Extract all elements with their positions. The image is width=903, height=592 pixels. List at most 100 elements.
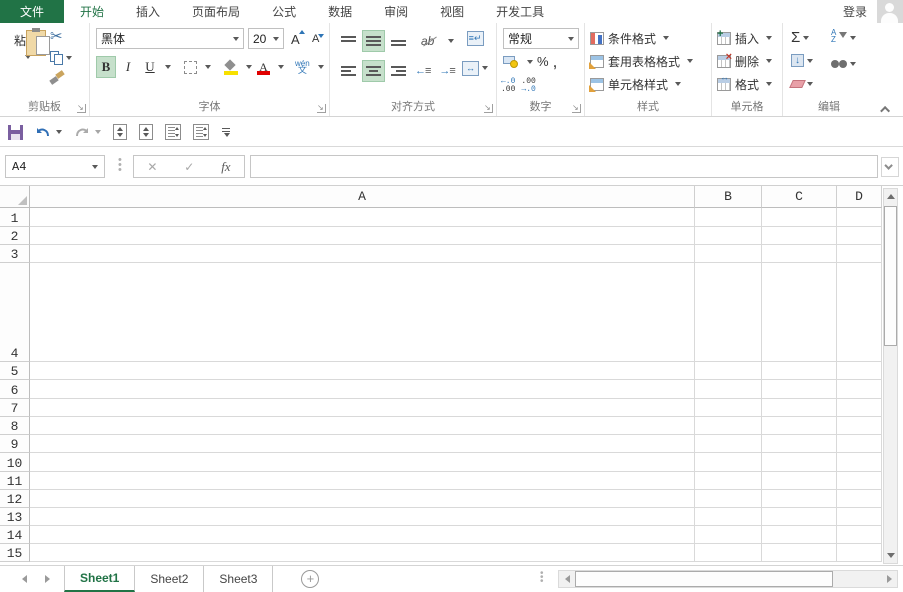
cell-A15[interactable] <box>30 544 695 562</box>
tab-insert[interactable]: 插入 <box>120 0 176 23</box>
hscroll-splitter[interactable]: • • • <box>540 569 544 587</box>
scroll-up-button[interactable] <box>884 189 897 204</box>
number-format-select[interactable]: 常规 <box>503 28 579 49</box>
cell-C3[interactable] <box>762 245 837 263</box>
new-sheet-button[interactable]: + <box>301 570 320 588</box>
collapse-ribbon-button[interactable] <box>880 102 895 116</box>
sheet-tab-sheet2[interactable]: Sheet2 <box>135 566 205 592</box>
undo-button[interactable] <box>35 125 62 139</box>
expand-formula-bar-button[interactable] <box>881 157 899 177</box>
cell-C13[interactable] <box>762 508 837 526</box>
cell-A2[interactable] <box>30 227 695 245</box>
align-left-button[interactable] <box>338 60 359 82</box>
row-header-13[interactable]: 13 <box>0 508 30 526</box>
name-box[interactable]: A4 <box>5 155 105 178</box>
cell-C2[interactable] <box>762 227 837 245</box>
column-header-C[interactable]: C <box>762 186 837 208</box>
merge-center-button[interactable]: ↔ <box>462 61 479 76</box>
tab-review[interactable]: 审阅 <box>368 0 424 23</box>
font-color-dropdown-icon[interactable] <box>278 65 284 69</box>
user-avatar-icon[interactable] <box>877 0 903 23</box>
scroll-left-button[interactable] <box>560 572 574 586</box>
percent-style-button[interactable]: % <box>537 54 549 69</box>
previous-sheet-button[interactable] <box>22 575 27 583</box>
format-as-table-button[interactable]: 套用表格格式 <box>589 51 694 71</box>
cell-A6[interactable] <box>30 380 695 399</box>
paste-button[interactable]: 粘贴 <box>6 28 50 98</box>
cell-B8[interactable] <box>695 417 762 435</box>
cell-B9[interactable] <box>695 435 762 453</box>
phonetic-dropdown-icon[interactable] <box>317 65 324 69</box>
tab-file[interactable]: 文件 <box>0 0 65 23</box>
align-right-button[interactable] <box>388 60 409 82</box>
clear-dropdown-icon[interactable] <box>807 81 813 86</box>
column-header-D[interactable]: D <box>837 186 882 208</box>
row-header-3[interactable]: 3 <box>0 245 30 263</box>
accounting-dropdown-icon[interactable] <box>527 59 533 64</box>
underline-dropdown-icon[interactable] <box>165 65 171 69</box>
row-header-7[interactable]: 7 <box>0 399 30 417</box>
formula-input[interactable] <box>250 155 878 178</box>
fill-dropdown-icon[interactable] <box>807 58 813 63</box>
number-format-dropdown-icon[interactable] <box>568 36 574 41</box>
row-header-11[interactable]: 11 <box>0 472 30 490</box>
font-size-select[interactable]: 20 <box>248 28 284 49</box>
cell-A5[interactable] <box>30 362 695 380</box>
tab-page-layout[interactable]: 页面布局 <box>176 0 256 23</box>
find-select-dropdown-icon[interactable] <box>850 61 856 66</box>
enter-button[interactable]: ✓ <box>184 160 194 174</box>
select-all-corner[interactable] <box>0 186 30 208</box>
font-dialog-launcher-icon[interactable]: ↘ <box>317 104 326 113</box>
find-select-button[interactable] <box>831 54 856 73</box>
row-header-2[interactable]: 2 <box>0 227 30 245</box>
sort-filter-button[interactable]: AZ <box>831 28 856 47</box>
row-header-10[interactable]: 10 <box>0 453 30 472</box>
cell-B5[interactable] <box>695 362 762 380</box>
row-header-5[interactable]: 5 <box>0 362 30 380</box>
redo-button[interactable] <box>74 125 101 139</box>
cell-D1[interactable] <box>837 208 882 227</box>
row-header-12[interactable]: 12 <box>0 490 30 508</box>
cell-C8[interactable] <box>762 417 837 435</box>
column-header-B[interactable]: B <box>695 186 762 208</box>
fill-color-dropdown-icon[interactable] <box>246 65 252 69</box>
number-dialog-launcher-icon[interactable]: ↘ <box>572 104 581 113</box>
format-as-table-dropdown-icon[interactable] <box>687 59 694 63</box>
clear-button[interactable] <box>789 74 813 93</box>
cell-B12[interactable] <box>695 490 762 508</box>
cell-B7[interactable] <box>695 399 762 417</box>
delete-cells-button[interactable]: 删除 <box>717 51 773 71</box>
cell-A10[interactable] <box>30 453 695 472</box>
orientation-button[interactable]: ab <box>418 30 442 52</box>
cell-D9[interactable] <box>837 435 882 453</box>
font-color-button[interactable]: A <box>254 56 273 78</box>
redo-dropdown-icon[interactable] <box>95 130 101 134</box>
cell-D6[interactable] <box>837 380 882 399</box>
align-center-button[interactable] <box>362 60 385 82</box>
cell-A7[interactable] <box>30 399 695 417</box>
cell-B4[interactable] <box>695 263 762 362</box>
row-header-8[interactable]: 8 <box>0 417 30 435</box>
clipboard-dialog-launcher-icon[interactable]: ↘ <box>77 104 86 113</box>
cell-A8[interactable] <box>30 417 695 435</box>
cell-B10[interactable] <box>695 453 762 472</box>
cell-A14[interactable] <box>30 526 695 544</box>
cell-D11[interactable] <box>837 472 882 490</box>
scroll-right-button[interactable] <box>882 572 896 586</box>
touch-mode-button[interactable] <box>113 124 127 140</box>
cancel-button[interactable]: ✕ <box>147 160 157 174</box>
cell-B14[interactable] <box>695 526 762 544</box>
cell-D15[interactable] <box>837 544 882 562</box>
cell-C12[interactable] <box>762 490 837 508</box>
cell-B11[interactable] <box>695 472 762 490</box>
cell-B13[interactable] <box>695 508 762 526</box>
cell-D8[interactable] <box>837 417 882 435</box>
cell-C11[interactable] <box>762 472 837 490</box>
wrap-text-button[interactable]: ≡↵ <box>466 31 484 46</box>
bold-button[interactable]: B <box>96 56 116 78</box>
fill-color-button[interactable] <box>221 56 241 78</box>
cell-styles-button[interactable]: 单元格样式 <box>589 74 693 94</box>
cell-A4[interactable] <box>30 263 695 362</box>
cell-C15[interactable] <box>762 544 837 562</box>
decrease-decimal-button[interactable]: .00 →.0 <box>521 78 535 94</box>
